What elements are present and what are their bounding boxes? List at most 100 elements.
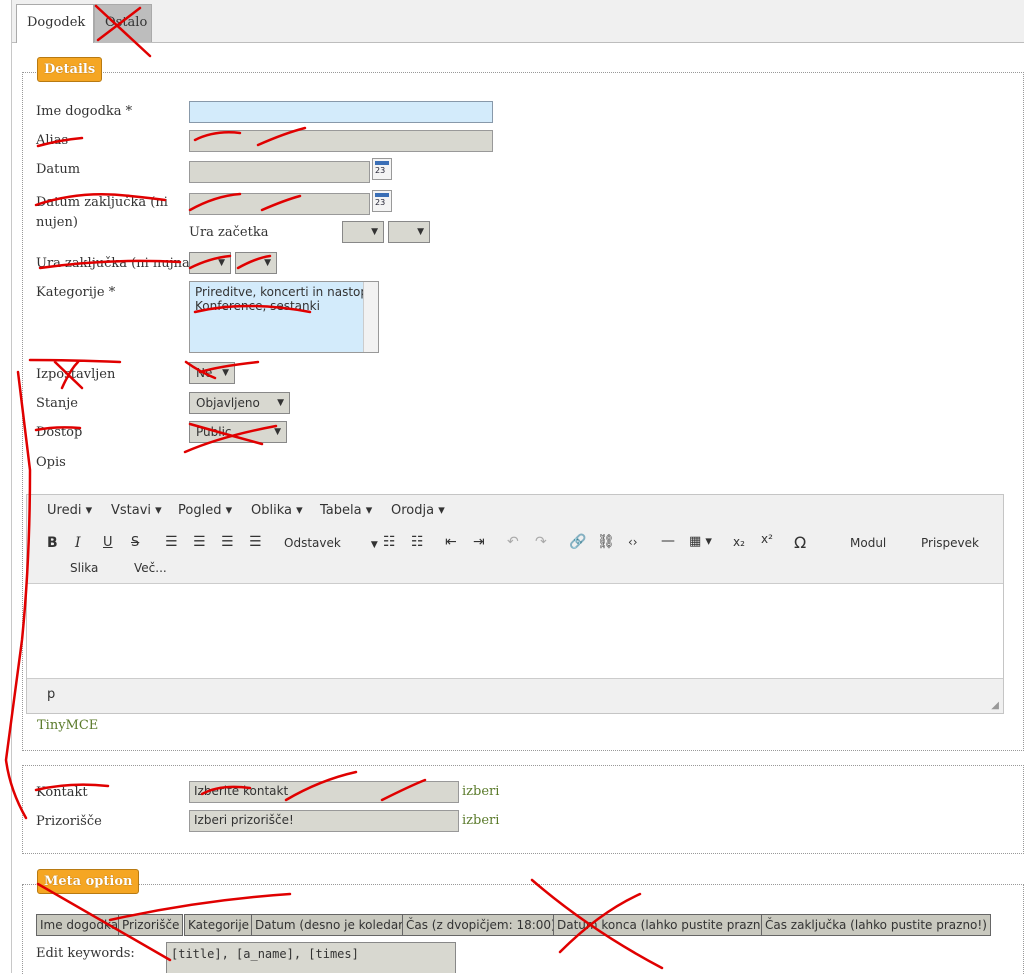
meta-chip[interactable]: Datum (desno je koledar) [251, 914, 412, 936]
date-label: Datum [36, 162, 81, 177]
name-input[interactable] [189, 101, 493, 123]
rich-text-editor: Uredi ▾ Vstavi ▾ Pogled ▾ Oblika ▾ Tabel… [26, 494, 1004, 714]
state-select[interactable]: Objavljeno ▼ [189, 392, 290, 414]
special-character-icon[interactable]: Ω [794, 533, 806, 552]
bold-icon[interactable]: B [47, 535, 58, 551]
tinymce-toggle[interactable]: TinyMCE [37, 718, 98, 733]
contact-fieldset [22, 765, 1024, 854]
menu-tabela[interactable]: Tabela ▾ [320, 503, 372, 518]
choose-contact-link[interactable]: izberi [462, 784, 499, 799]
state-value: Objavljeno [196, 396, 260, 410]
meta-chip[interactable]: Čas zaključka (lahko pustite prazno!) [761, 914, 991, 936]
horizontal-rule-icon[interactable]: — [661, 533, 675, 549]
categories-listbox[interactable]: Prireditve, koncerti in nastopi Konferen… [189, 281, 379, 353]
numbered-list-icon[interactable]: ☷ [411, 534, 424, 550]
vec-button[interactable]: Več... [134, 561, 167, 575]
date-input[interactable] [189, 161, 370, 183]
start-hour-select[interactable]: ▼ [342, 221, 384, 243]
keywords-input[interactable]: [title], [a_name], [times] [166, 942, 456, 973]
resize-handle-icon[interactable]: ◢ [991, 700, 999, 711]
featured-value: Ne [196, 366, 213, 380]
tab-bar: Dogodek Ostalo [12, 0, 1024, 43]
end-date-input[interactable] [189, 193, 370, 215]
calendar-icon[interactable]: 23 [372, 158, 392, 180]
meta-legend: Meta option [37, 869, 140, 894]
end-date-label: Datum zaključka (ni nujen) [36, 195, 168, 230]
meta-chip[interactable]: Datum konca (lahko pustite prazno) [553, 914, 777, 936]
editor-content-area[interactable] [27, 583, 1003, 679]
editor-toolbar: B I U S ☰ ☰ ☰ ☰ Odstavek ▼ ☷ ☷ ⇤ ⇥ ↶ ↷ 🔗 … [27, 527, 1003, 584]
italic-icon[interactable]: I [75, 535, 81, 551]
featured-select[interactable]: Ne ▼ [189, 362, 235, 384]
table-icon[interactable]: ▦ ▾ [689, 534, 712, 549]
meta-chip[interactable]: Prizorišče [118, 914, 184, 936]
align-center-icon[interactable]: ☰ [193, 534, 206, 550]
contact-label: Kontakt [36, 785, 88, 800]
align-justify-icon[interactable]: ☰ [249, 534, 262, 550]
listbox-scrollbar[interactable] [363, 282, 378, 352]
calendar-day: 23 [375, 198, 386, 207]
element-path[interactable]: p [47, 687, 55, 702]
chevron-down-icon: ▼ [264, 258, 271, 268]
tab-dogodek[interactable]: Dogodek [16, 4, 94, 43]
end-hour-select[interactable]: ▼ [189, 252, 231, 274]
editor-statusbar: p ◢ [27, 678, 1003, 713]
menu-pogled[interactable]: Pogled ▾ [178, 503, 232, 518]
alias-label: Alias [36, 133, 69, 148]
editor-menubar: Uredi ▾ Vstavi ▾ Pogled ▾ Oblika ▾ Tabel… [27, 495, 1003, 528]
unlink-icon[interactable]: ⛓ [597, 534, 615, 550]
align-right-icon[interactable]: ☰ [221, 534, 234, 550]
format-select[interactable]: Odstavek ▼ [284, 536, 378, 550]
venue-label: Prizorišče [36, 814, 102, 829]
redo-icon[interactable]: ↷ [535, 534, 547, 550]
state-label: Stanje [36, 396, 78, 411]
link-icon[interactable]: 🔗 [569, 534, 586, 550]
bullet-list-icon[interactable]: ☷ [383, 534, 396, 550]
access-value: Public [196, 425, 232, 439]
slika-button[interactable]: Slika [70, 561, 98, 575]
menu-vstavi[interactable]: Vstavi ▾ [111, 503, 162, 518]
subscript-icon[interactable]: x₂ [733, 535, 745, 549]
name-label: Ime dogodka * [36, 104, 133, 119]
chevron-down-icon: ▼ [371, 227, 378, 237]
categories-label: Kategorije * [36, 285, 116, 300]
undo-icon[interactable]: ↶ [507, 534, 519, 550]
outdent-icon[interactable]: ⇤ [445, 534, 457, 550]
menu-orodja[interactable]: Orodja ▾ [391, 503, 445, 518]
modul-button[interactable]: Modul [850, 536, 886, 550]
category-option[interactable]: Prireditve, koncerti in nastopi [195, 285, 373, 299]
meta-chip[interactable]: Čas (z dvopičjem: 18:00) [402, 914, 560, 936]
choose-venue-link[interactable]: izberi [462, 813, 499, 828]
tab-ostalo[interactable]: Ostalo [94, 4, 152, 42]
chevron-down-icon: ▼ [417, 227, 424, 237]
align-left-icon[interactable]: ☰ [165, 534, 178, 550]
category-option[interactable]: Konference, sestanki [195, 299, 373, 313]
meta-chip[interactable]: Kategorije [184, 914, 254, 936]
end-minute-select[interactable]: ▼ [235, 252, 277, 274]
alias-input[interactable] [189, 130, 493, 152]
end-calendar-icon[interactable]: 23 [372, 190, 392, 212]
menu-uredi[interactable]: Uredi ▾ [47, 503, 92, 518]
chevron-down-icon: ▼ [222, 368, 229, 378]
chevron-down-icon: ▼ [218, 258, 225, 268]
prispevek-button[interactable]: Prispevek [921, 536, 979, 550]
calendar-day: 23 [375, 166, 386, 175]
superscript-icon[interactable]: x² [761, 532, 773, 546]
contact-input[interactable]: Izberite kontakt [189, 781, 459, 803]
strikethrough-icon[interactable]: S [131, 535, 139, 550]
details-legend: Details [37, 57, 103, 82]
underline-icon[interactable]: U [103, 535, 113, 550]
chevron-down-icon: ▼ [277, 398, 284, 408]
chevron-down-icon: ▼ [274, 427, 281, 437]
menu-oblika[interactable]: Oblika ▾ [251, 503, 303, 518]
end-time-label: Ura zaključka (ni nujna) [36, 256, 195, 271]
meta-chip[interactable]: Ime dogodka [36, 914, 123, 936]
indent-icon[interactable]: ⇥ [473, 534, 485, 550]
description-label: Opis [36, 455, 66, 470]
start-time-label: Ura začetka [189, 225, 269, 240]
venue-input[interactable]: Izberi prizorišče! [189, 810, 459, 832]
featured-label: Izpostavljen [36, 367, 116, 382]
access-select[interactable]: Public ▼ [189, 421, 287, 443]
start-minute-select[interactable]: ▼ [388, 221, 430, 243]
code-icon[interactable]: ‹› [628, 535, 638, 549]
